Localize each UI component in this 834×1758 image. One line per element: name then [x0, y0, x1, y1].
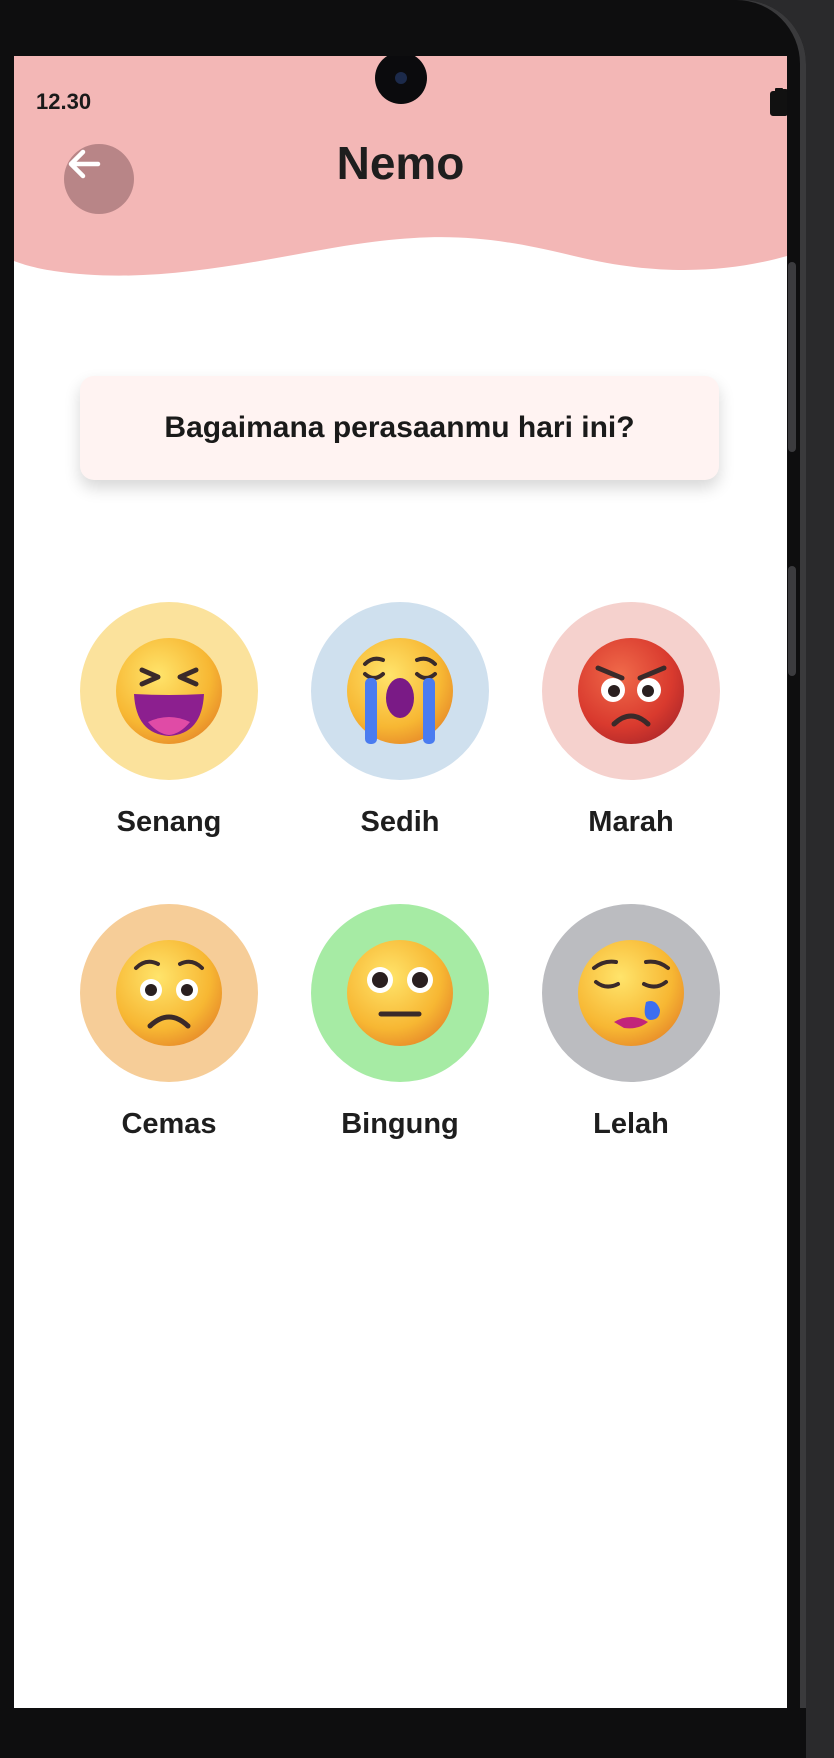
mood-circle	[311, 602, 489, 780]
mood-label: Lelah	[593, 1108, 669, 1140]
mood-option-marah[interactable]: Marah	[541, 602, 721, 839]
mood-label: Cemas	[121, 1108, 217, 1140]
mood-option-bingung[interactable]: Bingung	[310, 904, 490, 1141]
phone-frame: 12.30 Nemo Bagaimana perasaanmu hari ini…	[0, 0, 806, 1758]
status-time: 12.30	[36, 89, 92, 114]
mood-circle	[80, 904, 258, 1082]
power-button	[788, 566, 796, 676]
mood-option-lelah[interactable]: Lelah	[541, 904, 721, 1141]
question-card: Bagaimana perasaanmu hari ini?	[80, 376, 719, 480]
mood-option-senang[interactable]: Senang	[79, 602, 259, 839]
page-title: Nemo	[336, 137, 465, 189]
mood-circle	[542, 602, 720, 780]
app-screen: 12.30 Nemo Bagaimana perasaanmu hari ini…	[14, 56, 787, 1708]
mood-option-cemas[interactable]: Cemas	[79, 904, 259, 1141]
mood-label: Senang	[116, 806, 222, 838]
question-text: Bagaimana perasaanmu hari ini?	[164, 411, 635, 444]
worried-face-icon	[116, 940, 222, 1046]
mood-circle	[311, 904, 489, 1082]
volume-button	[788, 262, 796, 452]
mood-label: Marah	[588, 806, 674, 838]
battery-icon	[770, 88, 787, 116]
grinning-squinting-face-icon	[116, 638, 222, 744]
mood-option-sedih[interactable]: Sedih	[310, 602, 490, 839]
mood-label: Sedih	[360, 806, 440, 838]
angry-face-icon	[578, 638, 684, 744]
mood-circle	[542, 904, 720, 1082]
mood-circle	[80, 602, 258, 780]
header: 12.30 Nemo	[14, 56, 787, 296]
mood-label: Bingung	[341, 1108, 459, 1140]
bottom-bezel	[0, 1708, 806, 1758]
neutral-face-icon	[347, 940, 453, 1046]
sleepy-face-icon	[578, 940, 684, 1046]
loudly-crying-face-icon	[347, 638, 453, 744]
